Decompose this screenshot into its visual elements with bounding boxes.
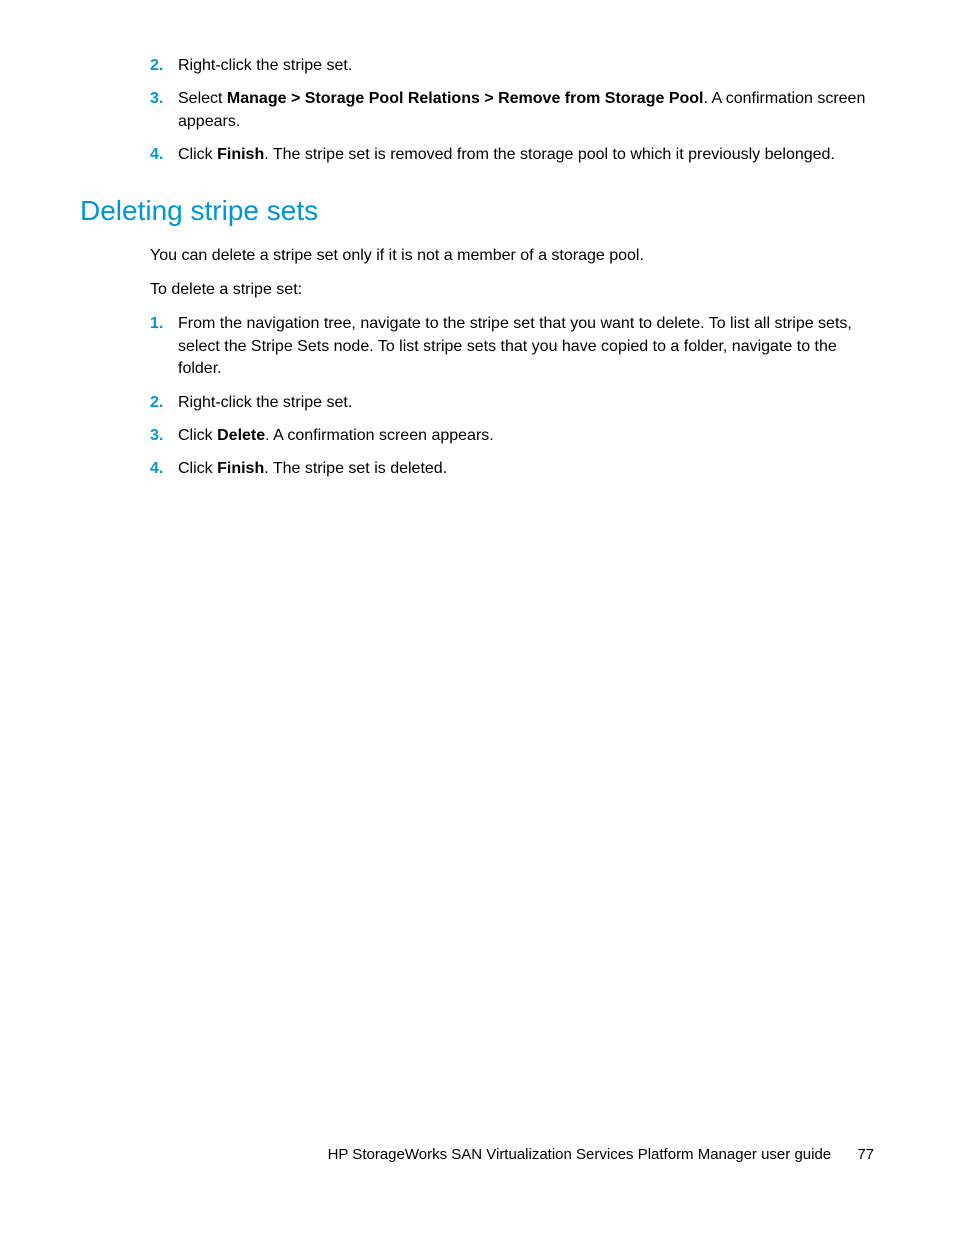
list-item: 1. From the navigation tree, navigate to…	[150, 313, 874, 380]
step-text-bold: Manage > Storage Pool Relations > Remove…	[227, 90, 704, 107]
paragraph: To delete a stripe set:	[150, 279, 874, 301]
step-text-prefix: Click	[178, 460, 217, 477]
list-item: 4. Click Finish. The stripe set is remov…	[150, 144, 874, 166]
step-text-bold: Delete	[217, 427, 265, 444]
list-item: 3. Click Delete. A confirmation screen a…	[150, 425, 874, 447]
step-text-suffix: . The stripe set is removed from the sto…	[264, 146, 835, 163]
step-text: Right-click the stripe set.	[178, 57, 352, 74]
list-item: 2. Right-click the stripe set.	[150, 55, 874, 77]
step-text: From the navigation tree, navigate to th…	[178, 315, 852, 377]
page-footer: HP StorageWorks SAN Virtualization Servi…	[328, 1146, 874, 1163]
page-number: 77	[857, 1146, 874, 1163]
steps-list: 1. From the navigation tree, navigate to…	[150, 313, 874, 480]
section-heading: Deleting stripe sets	[80, 195, 874, 227]
step-number: 3.	[150, 88, 163, 110]
list-item: 3. Select Manage > Storage Pool Relation…	[150, 88, 874, 133]
step-text-suffix: . The stripe set is deleted.	[264, 460, 447, 477]
step-number: 3.	[150, 425, 163, 447]
list-item: 2. Right-click the stripe set.	[150, 392, 874, 414]
step-number: 4.	[150, 458, 163, 480]
step-text-bold: Finish	[217, 146, 264, 163]
step-text-prefix: Click	[178, 427, 217, 444]
footer-title: HP StorageWorks SAN Virtualization Servi…	[328, 1146, 832, 1163]
step-text: Right-click the stripe set.	[178, 394, 352, 411]
steps-list-continued: 2. Right-click the stripe set. 3. Select…	[150, 55, 874, 167]
step-text-bold: Finish	[217, 460, 264, 477]
step-number: 2.	[150, 55, 163, 77]
step-number: 2.	[150, 392, 163, 414]
step-text-prefix: Select	[178, 90, 227, 107]
step-number: 4.	[150, 144, 163, 166]
step-text-suffix: . A confirmation screen appears.	[265, 427, 494, 444]
paragraph: You can delete a stripe set only if it i…	[150, 245, 874, 267]
list-item: 4. Click Finish. The stripe set is delet…	[150, 458, 874, 480]
step-text-prefix: Click	[178, 146, 217, 163]
step-number: 1.	[150, 313, 163, 335]
